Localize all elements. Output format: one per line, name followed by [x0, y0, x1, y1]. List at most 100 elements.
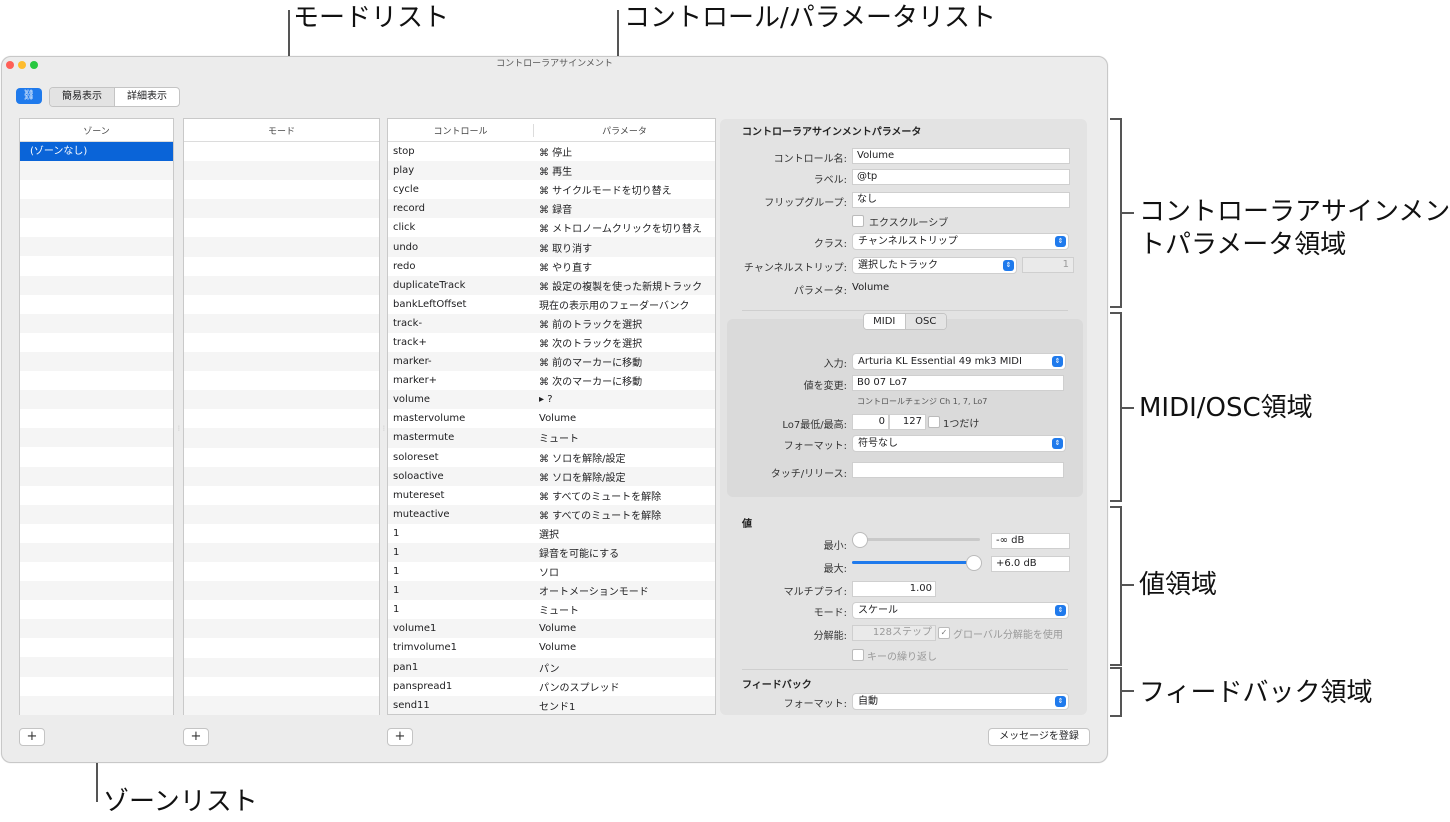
channel-strip-popup[interactable]: 選択したトラック ⇕ — [852, 257, 1017, 274]
add-zone-button[interactable]: + — [19, 728, 45, 746]
table-row[interactable]: undo ⌘ 取り消す — [388, 237, 715, 257]
list-item — [184, 161, 379, 181]
zone-resize-handle[interactable]: ⋮ — [176, 425, 182, 432]
control-list[interactable]: コントロール パラメータ stop ⌘ 停止 play ⌘ 再生 cycle ⌘ サイクル… — [387, 118, 716, 715]
section-divider — [742, 310, 1068, 311]
resolution-label: 分解能: — [813, 631, 847, 642]
mode-list-header: モード — [184, 119, 379, 142]
param-cell: ⌘ 再生 — [539, 167, 573, 179]
table-row[interactable]: cycle ⌘ サイクルモードを切り替え — [388, 180, 715, 199]
control-cell: track- — [393, 317, 423, 329]
table-row[interactable]: track+ ⌘ 次のトラックを選択 — [388, 333, 715, 352]
table-row[interactable]: marker+ ⌘ 次のマーカーに移動 — [388, 371, 715, 390]
list-item — [184, 275, 379, 295]
table-row[interactable]: 1 ソロ — [388, 562, 715, 581]
param-cell: ⌘ 設定の複製を使った新規トラック — [539, 281, 703, 293]
list-item — [20, 256, 173, 275]
table-row[interactable]: volume1 Volume — [388, 619, 715, 639]
exclusive-checkbox[interactable] — [852, 215, 864, 227]
control-cell: mastervolume — [393, 413, 466, 425]
max-value-field[interactable]: +6.0 dB — [991, 556, 1070, 572]
table-row[interactable]: send11 センド1 — [388, 695, 715, 714]
tab-osc[interactable]: OSC — [905, 314, 946, 329]
table-row[interactable]: play ⌘ 再生 — [388, 161, 715, 181]
table-row[interactable]: 1 選択 — [388, 524, 715, 543]
feedback-format-popup[interactable]: 自動 ⇕ — [852, 693, 1069, 710]
table-row[interactable]: bankLeftOffset 現在の表示用のフェーダーバンク — [388, 295, 715, 314]
table-row[interactable]: pan1 パン — [388, 657, 715, 677]
detail-view-tab[interactable]: 詳細表示 — [115, 88, 179, 106]
list-item — [20, 313, 173, 333]
multiply-field[interactable]: 1.00 — [852, 581, 936, 597]
list-item — [20, 524, 173, 543]
table-row[interactable]: marker- ⌘ 前のマーカーに移動 — [388, 352, 715, 372]
min-value-field[interactable]: -∞ dB — [991, 533, 1070, 549]
min-slider-knob[interactable] — [852, 532, 868, 548]
param-cell: ⌘ 停止 — [539, 148, 573, 160]
global-resolution-checkbox[interactable]: ✓ — [938, 627, 950, 639]
control-cell: play — [393, 165, 415, 177]
mode-popup[interactable]: スケール ⇕ — [852, 602, 1069, 619]
format-popup[interactable]: 符号なし ⇕ — [852, 435, 1066, 452]
channel-strip-number[interactable]: 1 — [1022, 257, 1074, 273]
callout-feedback-area: フィードバック領域 — [1139, 678, 1373, 708]
list-item — [20, 333, 173, 352]
label-field[interactable]: @tp — [852, 169, 1070, 185]
max-slider[interactable] — [852, 553, 982, 571]
value-change-field[interactable]: B0 07 Lo7 — [852, 375, 1064, 391]
link-button[interactable]: ⛓ — [16, 88, 42, 104]
zone-list-item-selected[interactable]: (ゾーンなし) — [20, 142, 173, 161]
simple-view-tab[interactable]: 簡易表示 — [50, 88, 115, 106]
zone-list[interactable]: ゾーン (ゾーンなし) — [19, 118, 174, 715]
resolution-field[interactable]: 128ステップ — [852, 625, 936, 641]
table-row[interactable]: muteactive ⌘ すべてのミュートを解除 — [388, 504, 715, 524]
table-row[interactable]: track- ⌘ 前のトラックを選択 — [388, 313, 715, 333]
register-message-button[interactable]: メッセージを登録 — [988, 728, 1090, 746]
max-slider-knob[interactable] — [966, 555, 982, 571]
control-cell: volume — [393, 394, 431, 406]
parameter-value: Volume — [852, 282, 890, 293]
param-cell: ⌘ すべてのミュートを解除 — [539, 510, 662, 522]
table-row[interactable]: duplicateTrack ⌘ 設定の複製を使った新規トラック — [388, 275, 715, 295]
control-column-header[interactable]: コントロール — [388, 123, 534, 137]
table-row[interactable]: soloreset ⌘ ソロを解除/設定 — [388, 448, 715, 467]
list-item — [20, 466, 173, 486]
table-row[interactable]: 1 録音を可能にする — [388, 542, 715, 563]
table-row[interactable]: click ⌘ メトロノームクリックを切り替え — [388, 218, 715, 237]
lo7-max-field[interactable]: 127 — [889, 414, 926, 430]
view-segmented-control[interactable]: 簡易表示 詳細表示 — [49, 87, 180, 107]
midi-osc-tabs[interactable]: MIDI OSC — [863, 313, 947, 330]
class-popup[interactable]: チャンネルストリップ ⇕ — [852, 233, 1069, 250]
table-row[interactable]: soloactive ⌘ ソロを解除/設定 — [388, 466, 715, 486]
table-row[interactable]: panspread1 パンのスプレッド — [388, 677, 715, 696]
min-slider[interactable] — [852, 530, 980, 548]
control-cell: volume1 — [393, 623, 437, 635]
table-row[interactable]: stop ⌘ 停止 — [388, 142, 715, 161]
table-row[interactable]: mutereset ⌘ すべてのミュートを解除 — [388, 486, 715, 505]
control-name-field[interactable]: Volume — [852, 148, 1070, 164]
flip-group-field[interactable]: なし — [852, 192, 1070, 208]
add-control-button[interactable]: + — [387, 728, 413, 746]
table-row[interactable]: record ⌘ 録音 — [388, 199, 715, 219]
add-mode-button[interactable]: + — [183, 728, 209, 746]
input-popup[interactable]: Arturia KL Essential 49 mk3 MIDI ⇕ — [852, 353, 1066, 370]
table-row[interactable]: 1 ミュート — [388, 600, 715, 619]
mode-list[interactable]: モード — [183, 118, 380, 715]
table-row[interactable]: mastervolume Volume — [388, 409, 715, 428]
touch-release-field[interactable] — [852, 462, 1064, 478]
only-one-checkbox[interactable] — [928, 416, 940, 428]
key-repeat-checkbox[interactable] — [852, 649, 864, 661]
list-item — [184, 352, 379, 372]
param-column-header[interactable]: パラメータ — [534, 124, 715, 137]
control-list-header: コントロール パラメータ — [388, 119, 715, 142]
lo7-min-field[interactable]: 0 — [852, 414, 889, 430]
list-item — [20, 428, 173, 448]
table-row[interactable]: volume ▸ ? — [388, 390, 715, 410]
min-slider-track — [852, 538, 980, 541]
table-row[interactable]: mastermute ミュート — [388, 428, 715, 448]
control-cell: undo — [393, 241, 419, 253]
table-row[interactable]: redo ⌘ やり直す — [388, 257, 715, 276]
table-row[interactable]: 1 オートメーションモード — [388, 581, 715, 601]
table-row[interactable]: trimvolume1 Volume — [388, 638, 715, 657]
tab-midi[interactable]: MIDI — [864, 314, 906, 329]
